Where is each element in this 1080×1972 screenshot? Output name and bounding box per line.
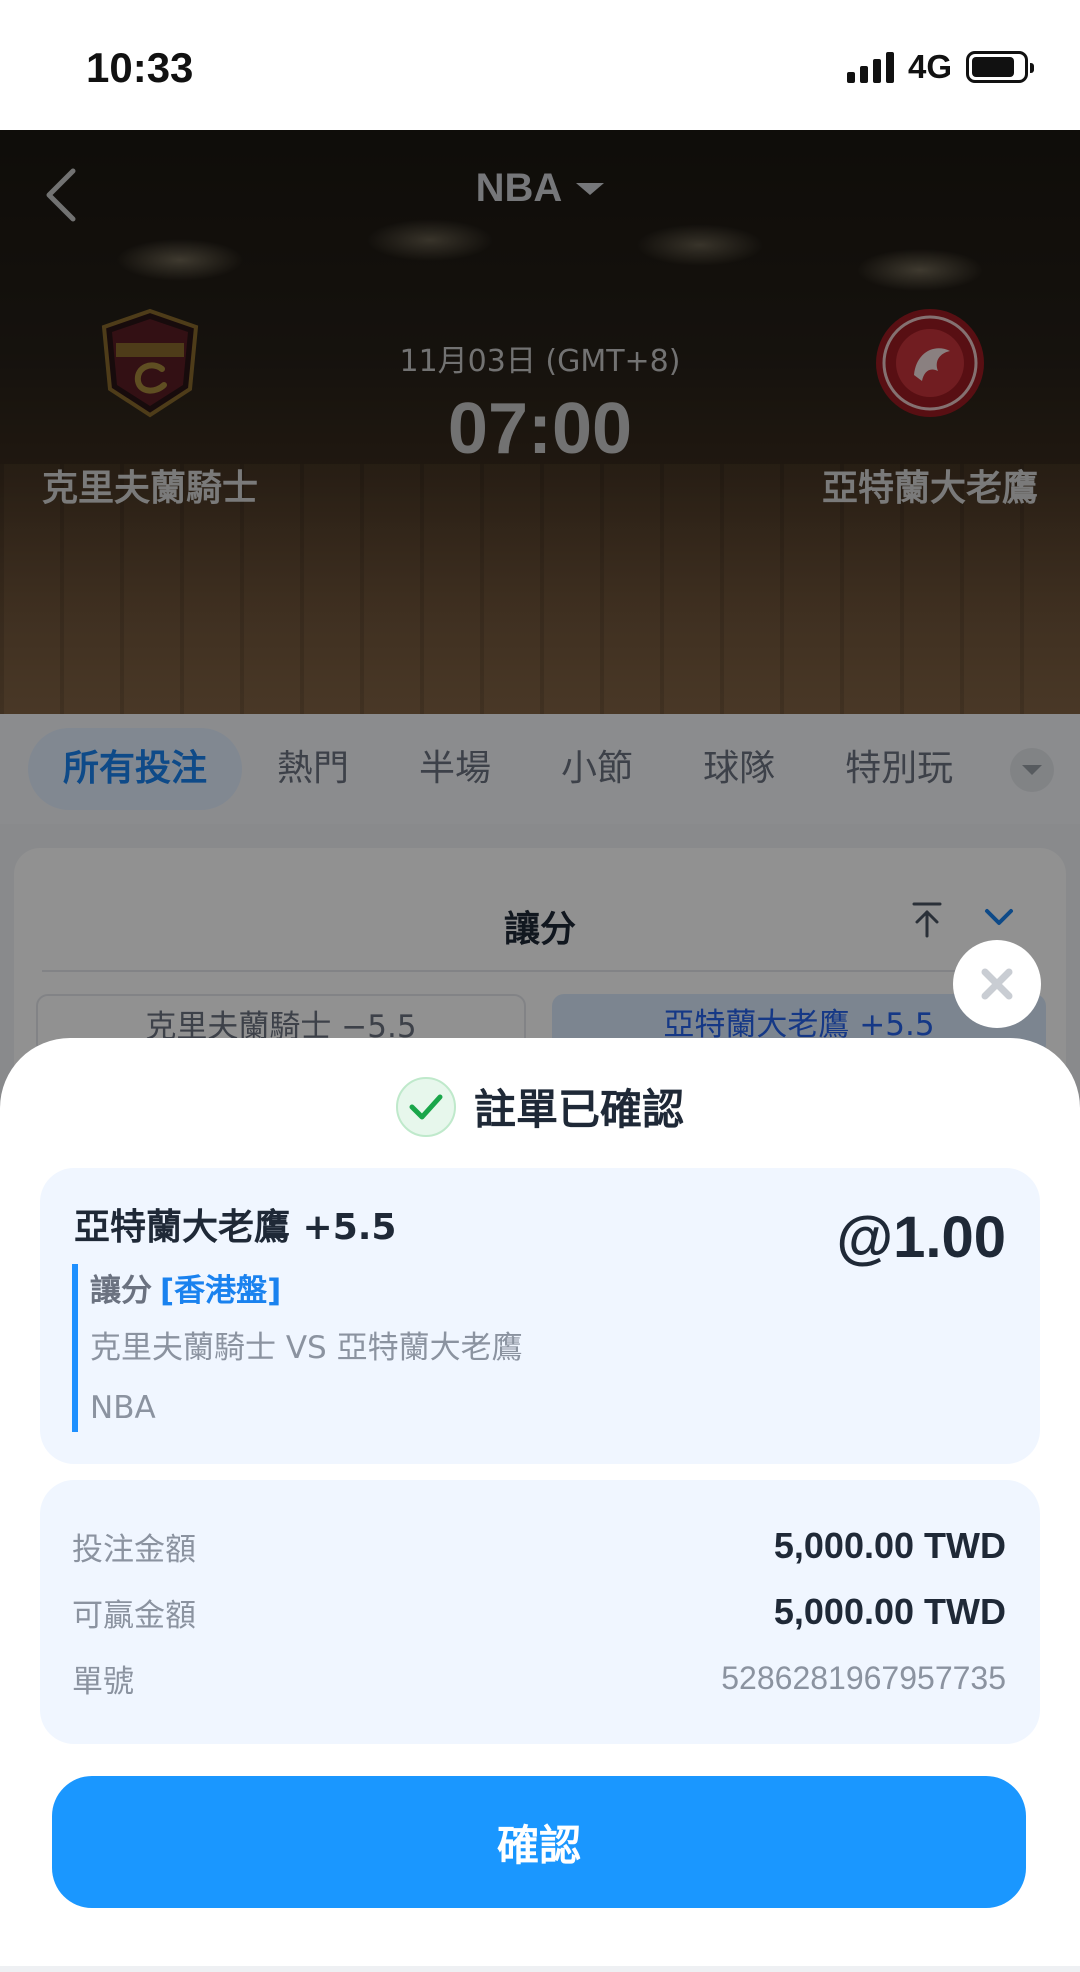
payout-label: 可贏金額	[72, 1597, 196, 1634]
stake-label: 投注金額	[72, 1531, 196, 1568]
bet-match: 克里夫蘭騎士 VS 亞特蘭大老鷹	[90, 1330, 523, 1366]
stake-value: 5,000.00 TWD	[773, 1525, 1006, 1566]
confirm-button[interactable]: 確認	[52, 1776, 1026, 1908]
bet-odds: @1.00	[836, 1205, 1006, 1270]
bet-id-row: 單號 5286281967957735	[72, 1650, 1006, 1706]
bet-selection: 亞特蘭大老鷹 +5.5	[74, 1207, 397, 1248]
bet-id-value: 5286281967957735	[721, 1659, 1006, 1696]
bottom-divider	[0, 1966, 1080, 1972]
bet-info-card: 投注金額 5,000.00 TWD 可贏金額 5,000.00 TWD 單號 5…	[40, 1480, 1040, 1744]
network-type: 4G	[907, 48, 952, 85]
status-time: 10:33	[86, 44, 194, 91]
close-button[interactable]	[953, 940, 1041, 1028]
payout-value: 5,000.00 TWD	[773, 1591, 1006, 1632]
sheet-header: 註單已確認	[0, 1076, 1080, 1137]
sheet-title: 註單已確認	[473, 1085, 684, 1134]
success-check-icon	[395, 1076, 456, 1137]
bet-confirmation-sheet: 註單已確認 亞特蘭大老鷹 +5.5 @1.00 讓分 [香港盤] 克里夫蘭騎士 V…	[0, 1038, 1080, 1972]
bet-market-type: [香港盤]	[160, 1273, 282, 1309]
bet-summary-card: 亞特蘭大老鷹 +5.5 @1.00 讓分 [香港盤] 克里夫蘭騎士 VS 亞特蘭大…	[40, 1168, 1040, 1464]
cellular-signal-icon	[846, 51, 894, 83]
status-bar: 10:33 4G	[0, 0, 1080, 130]
bet-market-name: 讓分	[90, 1273, 152, 1309]
bet-details: 讓分 [香港盤] 克里夫蘭騎士 VS 亞特蘭大老鷹 NBA	[72, 1264, 523, 1432]
bet-market: 讓分 [香港盤]	[90, 1264, 523, 1318]
bet-id-label: 單號	[72, 1663, 134, 1700]
battery-icon	[966, 51, 1034, 83]
stake-row: 投注金額 5,000.00 TWD	[72, 1518, 1006, 1574]
bet-league: NBA	[90, 1390, 156, 1426]
payout-row: 可贏金額 5,000.00 TWD	[72, 1584, 1006, 1640]
status-indicators: 4G	[846, 48, 1034, 86]
close-icon	[981, 968, 1013, 1000]
